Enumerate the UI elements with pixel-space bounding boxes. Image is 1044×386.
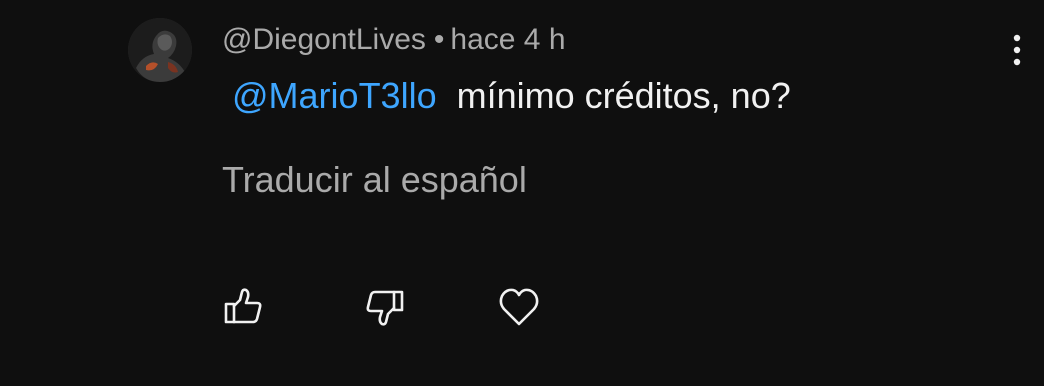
avatar[interactable] — [128, 18, 192, 82]
comment-header: @DiegontLives • hace 4 h — [222, 22, 566, 58]
separator-dot: • — [433, 23, 445, 56]
mention-link[interactable]: @MarioT3llo — [222, 75, 447, 116]
timestamp: hace 4 h — [450, 23, 566, 56]
heart-icon — [499, 288, 539, 326]
more-options-button[interactable] — [1000, 30, 1034, 70]
author-name[interactable]: @DiegontLives — [222, 23, 426, 56]
like-button[interactable] — [220, 284, 266, 330]
thumbs-up-icon — [224, 288, 262, 324]
comment-message: mínimo créditos, no? — [456, 75, 791, 116]
comment-text: @MarioT3llo mínimo créditos, no? — [222, 74, 791, 118]
comment-item: @DiegontLives • hace 4 h @MarioT3llo mínimo… — [0, 0, 1044, 386]
dislike-button[interactable] — [362, 284, 408, 330]
thumbs-down-icon — [366, 290, 404, 326]
heart-button[interactable] — [496, 284, 542, 330]
more-vert-icon — [1013, 34, 1021, 66]
translate-button[interactable]: Traducir al español — [222, 158, 527, 202]
